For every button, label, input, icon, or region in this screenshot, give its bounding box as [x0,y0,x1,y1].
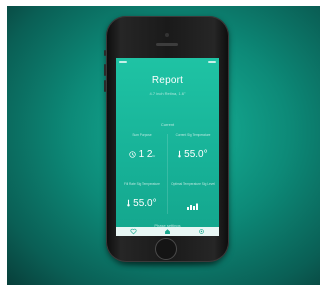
thermometer-icon [178,150,182,158]
settings-icon[interactable] [198,228,205,235]
page-subtitle: 4.7 inch Retina, 1.6" [149,91,186,96]
metric-number: 55.0° [133,198,157,209]
bar-chart-icon [187,203,198,210]
home-button[interactable] [155,238,177,260]
tab-bar [116,227,219,236]
front-camera [165,33,169,37]
home-icon[interactable] [164,228,171,235]
phone-device: Report 4.7 inch Retina, 1.6" Current Sum… [104,16,229,262]
heart-icon[interactable] [130,228,137,235]
metric-label: Current Sig Temperature [175,133,211,137]
metric-value [168,198,218,210]
metric-number: 1 2 [138,149,153,160]
metric-tile-duration[interactable]: Sum Purpose 1 2hr [117,133,167,162]
metric-tile-current-temp[interactable]: Current Sig Temperature 55.0° [168,133,218,161]
status-bar [119,59,216,64]
volume-up-button [104,64,106,76]
metric-number: 55.0° [184,149,208,160]
thermometer-icon [127,199,131,207]
metric-value: 1 2hr [117,149,167,162]
metric-label: Sum Purpose [132,133,152,137]
metric-label: Fill Rate Sig Temperature [124,182,160,186]
mute-switch [104,50,106,56]
clock-icon [129,151,136,158]
metric-label: Optimal Temperature Sig Level [171,182,215,186]
metric-value: 55.0° [168,149,218,161]
page-title: Report [151,75,184,86]
app-screen: Report 4.7 inch Retina, 1.6" Current Sum… [116,58,219,236]
metric-tile-optimal-level[interactable]: Optimal Temperature Sig Level [168,182,218,210]
earpiece-speaker [156,43,178,46]
metric-value: 55.0° [117,198,167,210]
metric-unit: hr [152,154,156,158]
section-label: Current [160,122,175,127]
battery-indicator [208,60,216,63]
signal-indicator [119,60,127,63]
metric-tile-fill-temp[interactable]: Fill Rate Sig Temperature 55.0° [117,182,167,210]
volume-down-button [104,80,106,92]
